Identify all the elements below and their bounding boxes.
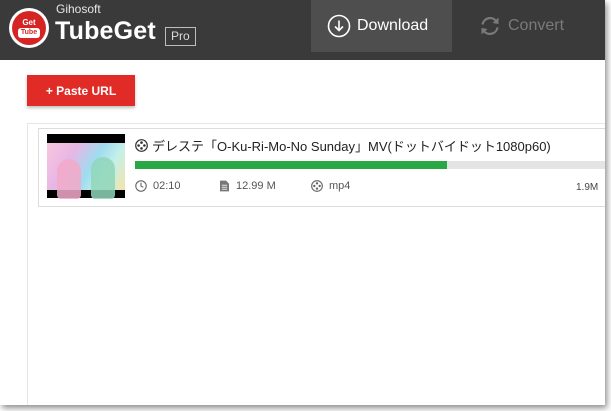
app-logo: Get Tube — [9, 8, 49, 48]
download-circle-icon — [327, 14, 351, 38]
document-icon — [219, 180, 230, 192]
size-meta: 12.99 M — [219, 180, 276, 192]
convert-refresh-icon — [478, 14, 502, 38]
download-speed: 1.9M — [576, 182, 599, 193]
video-thumbnail — [47, 134, 125, 199]
main-content: + Paste URL — [0, 60, 605, 405]
download-progress-fill — [135, 161, 447, 169]
download-item[interactable]: デレステ「O-Ku-Ri-Mo-No Sunday」MV(ドットバイドット108… — [38, 128, 605, 207]
duration-text: 02:10 — [153, 180, 181, 192]
size-text: 12.99 M — [236, 180, 276, 192]
format-meta: mp4 — [311, 180, 350, 192]
tab-download[interactable]: Download — [311, 0, 452, 52]
tab-download-label: Download — [357, 17, 429, 34]
app-title: TubeGet — [55, 17, 156, 45]
brand-company: Gihosoft — [56, 2, 101, 16]
download-title-text: デレステ「O-Ku-Ri-Mo-No Sunday」MV(ドットバイドット108… — [152, 139, 551, 154]
duration-meta: 02:10 — [135, 180, 181, 192]
header-bar: Get Tube Gihosoft TubeGet Pro Download C… — [0, 0, 605, 60]
download-title: デレステ「O-Ku-Ri-Mo-No Sunday」MV(ドットバイドット108… — [135, 136, 551, 155]
tab-convert-label: Convert — [508, 17, 565, 34]
film-reel-icon — [135, 139, 148, 152]
format-text: mp4 — [329, 180, 351, 192]
download-progress-bar — [135, 161, 605, 169]
clock-icon — [135, 180, 147, 192]
logo-text-get: Get — [22, 18, 36, 27]
film-reel-icon — [311, 180, 323, 192]
paste-url-button[interactable]: + Paste URL — [27, 75, 135, 106]
logo-text-tube: Tube — [18, 28, 40, 38]
app-window: Get Tube Gihosoft TubeGet Pro Download C… — [0, 0, 605, 405]
logo-badge: Get Tube — [12, 11, 46, 45]
edition-badge: Pro — [165, 27, 196, 46]
tab-convert[interactable]: Convert — [462, 0, 602, 52]
